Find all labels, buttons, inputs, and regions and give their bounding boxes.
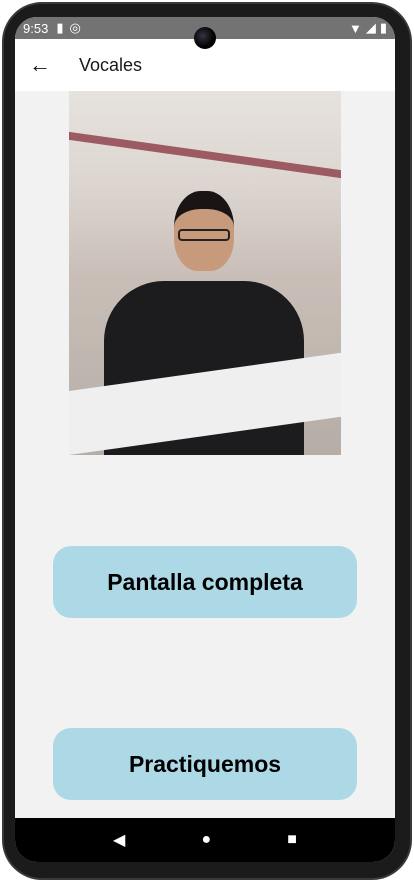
screen: 9:53 ▮ ◎ ▼ ◢ ▮ ← Vocales Pantalla comple… (15, 17, 395, 862)
practice-button[interactable]: Practiquemos (53, 728, 357, 800)
home-circle-icon[interactable]: ● (201, 831, 211, 849)
page-title: Vocales (79, 54, 143, 75)
recents-square-icon[interactable]: ■ (287, 831, 297, 849)
arrow-left-icon[interactable]: ← (15, 52, 65, 78)
back-triangle-icon[interactable]: ◀ (113, 830, 125, 850)
signal-icon: ◢ (365, 20, 376, 35)
sd-card-icon: ▮ (56, 20, 64, 35)
video-player[interactable] (69, 91, 341, 455)
battery-icon: ▮ (379, 20, 387, 35)
wifi-icon: ▼ (348, 20, 362, 36)
navigation-bar: ◀ ● ■ (15, 818, 395, 862)
front-camera (194, 27, 216, 49)
data-saver-icon: ◎ (69, 20, 81, 35)
fullscreen-button[interactable]: Pantalla completa (53, 546, 357, 618)
video-glasses (178, 229, 230, 241)
video-wall-stripe (69, 131, 341, 179)
status-time: 9:53 (23, 20, 49, 36)
